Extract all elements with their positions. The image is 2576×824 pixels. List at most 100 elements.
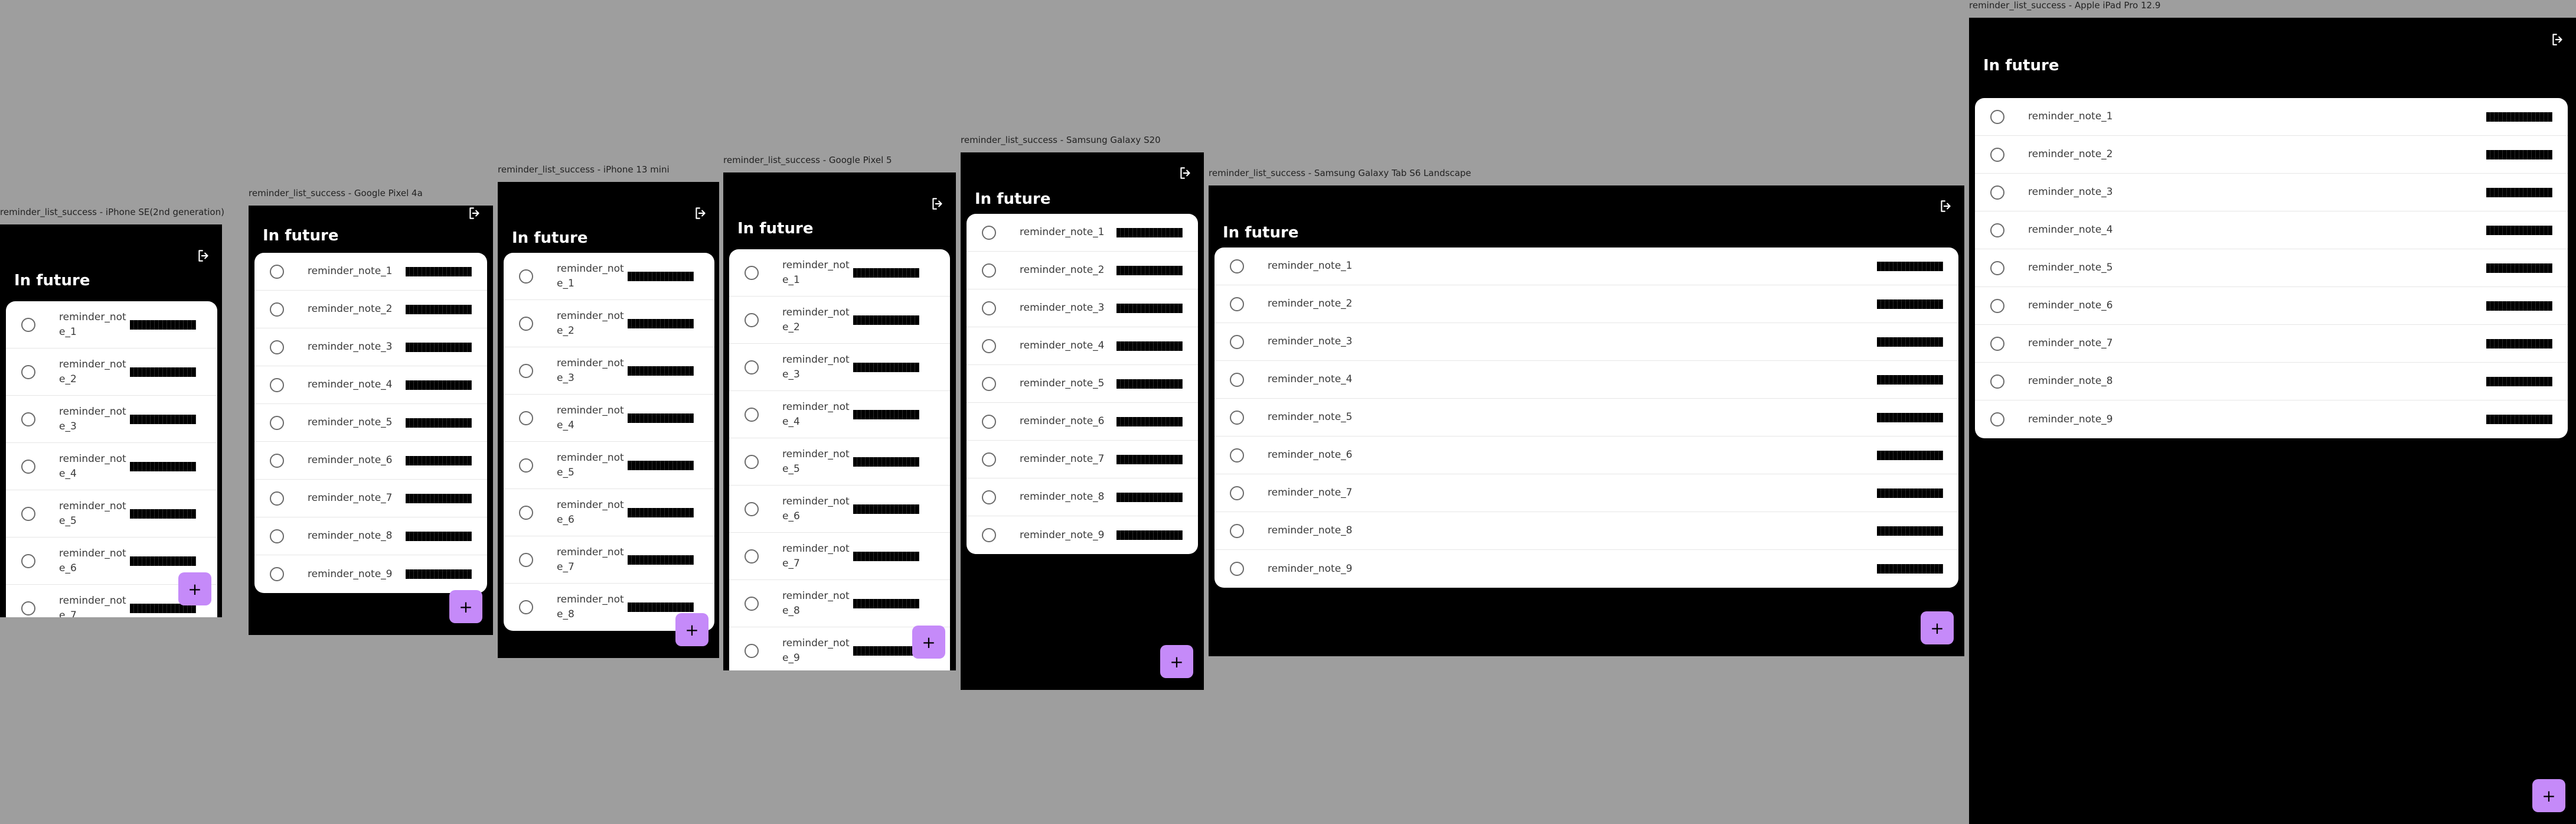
list-item[interactable]: reminder_note_8 (967, 478, 1198, 516)
radio-unchecked-icon[interactable] (21, 553, 35, 568)
list-item[interactable]: reminder_note_3 (6, 396, 217, 443)
radio-unchecked-icon[interactable] (982, 263, 996, 278)
radio-unchecked-icon[interactable] (982, 225, 996, 240)
add-reminder-button[interactable]: + (1921, 611, 1954, 644)
list-item[interactable]: reminder_note_2 (1214, 285, 1958, 323)
list-item[interactable]: reminder_note_6 (1214, 437, 1958, 474)
radio-unchecked-icon[interactable] (982, 301, 996, 315)
logout-icon[interactable] (693, 206, 709, 221)
radio-unchecked-icon[interactable] (21, 412, 35, 426)
list-item[interactable]: reminder_note_5 (254, 404, 487, 442)
list-item[interactable]: reminder_note_9 (1214, 550, 1958, 588)
list-item[interactable]: reminder_note_2 (1975, 136, 2568, 174)
list-item[interactable]: reminder_note_2 (504, 300, 714, 347)
add-reminder-button[interactable]: + (912, 626, 945, 659)
list-item[interactable]: reminder_note_5 (1214, 399, 1958, 437)
list-item[interactable]: reminder_note_4 (729, 391, 950, 438)
radio-unchecked-icon[interactable] (270, 264, 284, 279)
list-item[interactable]: reminder_note_6 (254, 442, 487, 480)
radio-unchecked-icon[interactable] (1230, 486, 1244, 500)
list-item[interactable]: reminder_note_3 (1214, 323, 1958, 361)
radio-unchecked-icon[interactable] (1990, 298, 2004, 313)
radio-unchecked-icon[interactable] (519, 363, 533, 378)
list-item[interactable]: reminder_note_5 (729, 438, 950, 486)
radio-unchecked-icon[interactable] (1990, 185, 2004, 200)
radio-unchecked-icon[interactable] (21, 364, 35, 379)
radio-unchecked-icon[interactable] (270, 340, 284, 354)
radio-unchecked-icon[interactable] (745, 360, 759, 374)
radio-unchecked-icon[interactable] (270, 302, 284, 317)
radio-unchecked-icon[interactable] (745, 501, 759, 516)
list-item[interactable]: reminder_note_7 (254, 480, 487, 517)
list-item[interactable]: reminder_note_5 (504, 442, 714, 489)
list-item[interactable]: reminder_note_4 (1975, 211, 2568, 249)
radio-unchecked-icon[interactable] (519, 411, 533, 425)
list-item[interactable]: reminder_note_1 (967, 214, 1198, 252)
list-item[interactable]: reminder_note_1 (1214, 247, 1958, 285)
list-item[interactable]: reminder_note_2 (967, 252, 1198, 289)
list-item[interactable]: reminder_note_6 (504, 489, 714, 536)
radio-unchecked-icon[interactable] (1230, 562, 1244, 576)
logout-icon[interactable] (2550, 32, 2565, 47)
list-item[interactable]: reminder_note_8 (1214, 512, 1958, 550)
add-reminder-button[interactable]: + (449, 590, 482, 623)
list-item[interactable]: reminder_note_3 (729, 344, 950, 391)
radio-unchecked-icon[interactable] (745, 312, 759, 327)
list-item[interactable]: reminder_note_1 (1975, 98, 2568, 136)
radio-unchecked-icon[interactable] (519, 316, 533, 331)
radio-unchecked-icon[interactable] (982, 376, 996, 391)
add-reminder-button[interactable]: + (2532, 779, 2565, 812)
radio-unchecked-icon[interactable] (519, 552, 533, 567)
list-item[interactable]: reminder_note_2 (6, 349, 217, 396)
list-item[interactable]: reminder_note_6 (729, 486, 950, 533)
radio-unchecked-icon[interactable] (270, 415, 284, 430)
list-item[interactable]: reminder_note_1 (504, 253, 714, 300)
list-item[interactable]: reminder_note_5 (1975, 249, 2568, 287)
list-item[interactable]: reminder_note_9 (967, 516, 1198, 554)
radio-unchecked-icon[interactable] (1230, 259, 1244, 273)
radio-unchecked-icon[interactable] (1230, 448, 1244, 463)
list-item[interactable]: reminder_note_8 (1975, 363, 2568, 400)
list-item[interactable]: reminder_note_7 (504, 536, 714, 584)
radio-unchecked-icon[interactable] (982, 452, 996, 467)
list-item[interactable]: reminder_note_6 (967, 403, 1198, 441)
radio-unchecked-icon[interactable] (982, 528, 996, 542)
list-item[interactable]: reminder_note_1 (6, 301, 217, 349)
list-item[interactable]: reminder_note_4 (1214, 361, 1958, 399)
radio-unchecked-icon[interactable] (21, 506, 35, 521)
radio-unchecked-icon[interactable] (1990, 260, 2004, 275)
radio-unchecked-icon[interactable] (519, 600, 533, 614)
list-item[interactable]: reminder_note_1 (729, 249, 950, 297)
radio-unchecked-icon[interactable] (1230, 410, 1244, 425)
list-item[interactable]: reminder_note_8 (254, 517, 487, 555)
radio-unchecked-icon[interactable] (982, 414, 996, 429)
list-item[interactable]: reminder_note_3 (967, 289, 1198, 327)
radio-unchecked-icon[interactable] (270, 453, 284, 468)
list-item[interactable]: reminder_note_3 (1975, 174, 2568, 211)
list-item[interactable]: reminder_note_4 (6, 443, 217, 490)
radio-unchecked-icon[interactable] (1990, 223, 2004, 237)
add-reminder-button[interactable]: + (178, 572, 211, 605)
list-item[interactable]: reminder_note_4 (254, 366, 487, 404)
radio-unchecked-icon[interactable] (1990, 109, 2004, 124)
logout-icon[interactable] (1178, 165, 1193, 181)
radio-unchecked-icon[interactable] (270, 491, 284, 506)
list-item[interactable]: reminder_note_4 (967, 327, 1198, 365)
radio-unchecked-icon[interactable] (745, 407, 759, 422)
radio-unchecked-icon[interactable] (745, 549, 759, 564)
radio-unchecked-icon[interactable] (1990, 147, 2004, 162)
radio-unchecked-icon[interactable] (1990, 336, 2004, 351)
radio-unchecked-icon[interactable] (519, 458, 533, 473)
radio-unchecked-icon[interactable] (982, 338, 996, 353)
radio-unchecked-icon[interactable] (1230, 297, 1244, 311)
list-item[interactable]: reminder_note_5 (6, 490, 217, 538)
list-item[interactable]: reminder_note_6 (1975, 287, 2568, 325)
radio-unchecked-icon[interactable] (1230, 372, 1244, 387)
list-item[interactable]: reminder_note_8 (729, 580, 950, 627)
list-item[interactable]: reminder_note_5 (967, 365, 1198, 403)
radio-unchecked-icon[interactable] (745, 454, 759, 469)
list-item[interactable]: reminder_note_3 (254, 328, 487, 366)
list-item[interactable]: reminder_note_7 (729, 533, 950, 580)
list-item[interactable]: reminder_note_3 (504, 347, 714, 395)
radio-unchecked-icon[interactable] (270, 567, 284, 581)
